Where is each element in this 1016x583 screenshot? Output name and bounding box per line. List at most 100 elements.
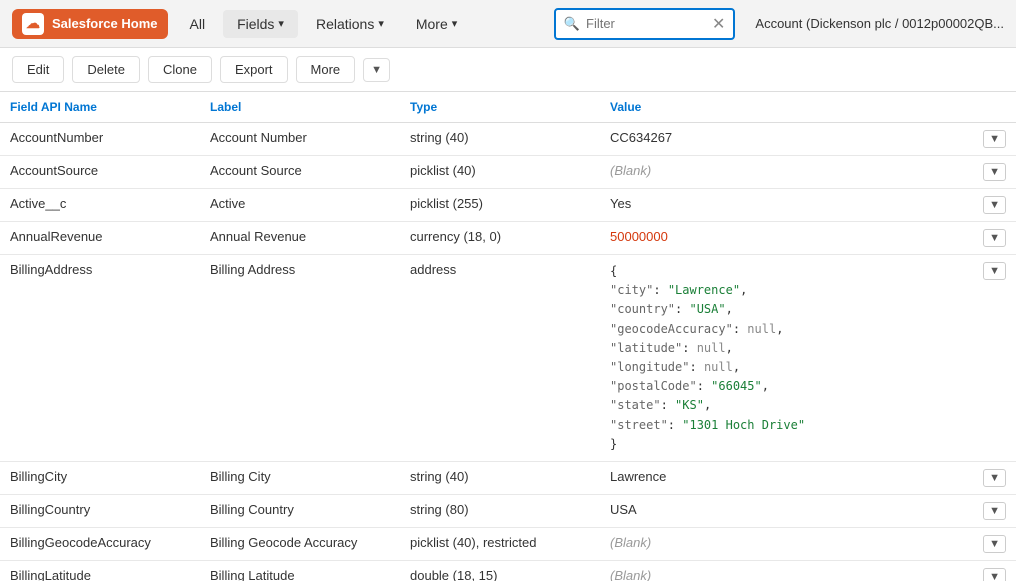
clone-button[interactable]: Clone	[148, 56, 212, 83]
cell-api-name: Active__c	[0, 189, 200, 222]
salesforce-icon: ☁	[22, 13, 44, 35]
fields-table: Field API Name Label Type Value AccountN…	[0, 92, 1016, 581]
delete-button[interactable]: Delete	[72, 56, 140, 83]
row-dropdown-button[interactable]: ▼	[983, 469, 1006, 487]
row-dropdown-button[interactable]: ▼	[983, 229, 1006, 247]
table-container: Field API Name Label Type Value AccountN…	[0, 92, 1016, 581]
cell-type: double (18, 15)	[400, 560, 600, 581]
cell-api-name: BillingGeocodeAccuracy	[0, 527, 200, 560]
cell-value: Lawrence	[600, 461, 973, 494]
row-dropdown-button[interactable]: ▼	[983, 130, 1006, 148]
row-dropdown-button[interactable]: ▼	[983, 502, 1006, 520]
app-logo[interactable]: ☁ Salesforce Home	[12, 9, 168, 39]
cell-type: picklist (255)	[400, 189, 600, 222]
table-row: BillingLatitudeBilling Latitudedouble (1…	[0, 560, 1016, 581]
more-dropdown-button[interactable]: ▼	[363, 58, 390, 82]
table-row: BillingCityBilling Citystring (40)Lawren…	[0, 461, 1016, 494]
cell-action: ▼	[973, 461, 1016, 494]
more-arrow-icon: ▾	[452, 17, 458, 30]
fields-arrow-icon: ▾	[278, 17, 284, 30]
cell-type: currency (18, 0)	[400, 222, 600, 255]
row-dropdown-button[interactable]: ▼	[983, 163, 1006, 181]
cell-label: Billing City	[200, 461, 400, 494]
nav-tab-more[interactable]: More ▾	[402, 10, 471, 38]
relations-arrow-icon: ▾	[378, 17, 384, 30]
col-header-label[interactable]: Label	[200, 92, 400, 123]
cell-label: Billing Country	[200, 494, 400, 527]
export-button[interactable]: Export	[220, 56, 288, 83]
table-row: BillingGeocodeAccuracyBilling Geocode Ac…	[0, 527, 1016, 560]
cell-label: Billing Geocode Accuracy	[200, 527, 400, 560]
cell-type: picklist (40), restricted	[400, 527, 600, 560]
filter-input[interactable]	[586, 16, 706, 31]
cell-type: string (40)	[400, 123, 600, 156]
cell-label: Account Number	[200, 123, 400, 156]
cell-action: ▼	[973, 255, 1016, 462]
cell-type: picklist (40)	[400, 156, 600, 189]
account-title: Account (Dickenson plc / 0012p00002QB...	[755, 16, 1004, 31]
nav-tabs: All Fields ▾ Relations ▾ More ▾	[176, 10, 546, 38]
nav-tab-all[interactable]: All	[176, 10, 220, 38]
more-button[interactable]: More	[296, 56, 356, 83]
row-dropdown-button[interactable]: ▼	[983, 535, 1006, 553]
json-value: { "city": "Lawrence", "country": "USA", …	[610, 262, 963, 454]
top-bar: ☁ Salesforce Home All Fields ▾ Relations…	[0, 0, 1016, 48]
currency-value: 50000000	[610, 229, 668, 244]
cell-value: (Blank)	[600, 156, 973, 189]
cell-api-name: BillingAddress	[0, 255, 200, 462]
cell-value: 50000000	[600, 222, 973, 255]
cell-type: string (40)	[400, 461, 600, 494]
cell-api-name: BillingCountry	[0, 494, 200, 527]
cell-action: ▼	[973, 156, 1016, 189]
cell-api-name: BillingCity	[0, 461, 200, 494]
table-row: Active__cActivepicklist (255)Yes ▼	[0, 189, 1016, 222]
filter-clear-icon[interactable]: ✕	[712, 14, 725, 34]
cell-api-name: AnnualRevenue	[0, 222, 200, 255]
cell-api-name: AccountSource	[0, 156, 200, 189]
col-header-type[interactable]: Type	[400, 92, 600, 123]
edit-button[interactable]: Edit	[12, 56, 64, 83]
cell-label: Billing Latitude	[200, 560, 400, 581]
cell-value: Yes	[600, 189, 973, 222]
cell-value: (Blank)	[600, 560, 973, 581]
cell-type: address	[400, 255, 600, 462]
cell-action: ▼	[973, 527, 1016, 560]
table-body: AccountNumberAccount Numberstring (40)CC…	[0, 123, 1016, 582]
row-dropdown-button[interactable]: ▼	[983, 568, 1006, 581]
table-header-row: Field API Name Label Type Value	[0, 92, 1016, 123]
cell-label: Active	[200, 189, 400, 222]
table-row: AccountSourceAccount Sourcepicklist (40)…	[0, 156, 1016, 189]
col-header-api[interactable]: Field API Name	[0, 92, 200, 123]
blank-value: (Blank)	[610, 568, 651, 581]
search-icon: 🔍	[564, 16, 580, 32]
cell-label: Account Source	[200, 156, 400, 189]
cell-value: USA	[600, 494, 973, 527]
cell-type: string (80)	[400, 494, 600, 527]
nav-tab-fields[interactable]: Fields ▾	[223, 10, 298, 38]
cell-label: Billing Address	[200, 255, 400, 462]
cell-api-name: AccountNumber	[0, 123, 200, 156]
nav-tab-relations[interactable]: Relations ▾	[302, 10, 398, 38]
cell-value: { "city": "Lawrence", "country": "USA", …	[600, 255, 973, 462]
cell-action: ▼	[973, 560, 1016, 581]
row-dropdown-button[interactable]: ▼	[983, 262, 1006, 280]
cell-value: (Blank)	[600, 527, 973, 560]
cell-value: CC634267	[600, 123, 973, 156]
filter-box: 🔍 ✕	[554, 8, 736, 40]
cell-label: Annual Revenue	[200, 222, 400, 255]
blank-value: (Blank)	[610, 163, 651, 178]
table-row: BillingAddressBilling Addressaddress{ "c…	[0, 255, 1016, 462]
table-row: AnnualRevenueAnnual Revenuecurrency (18,…	[0, 222, 1016, 255]
col-header-value[interactable]: Value	[600, 92, 973, 123]
cell-action: ▼	[973, 494, 1016, 527]
app-title: Salesforce Home	[52, 16, 158, 31]
col-header-action	[973, 92, 1016, 123]
action-bar: Edit Delete Clone Export More ▼	[0, 48, 1016, 92]
table-row: AccountNumberAccount Numberstring (40)CC…	[0, 123, 1016, 156]
blank-value: (Blank)	[610, 535, 651, 550]
cell-action: ▼	[973, 189, 1016, 222]
table-row: BillingCountryBilling Countrystring (80)…	[0, 494, 1016, 527]
row-dropdown-button[interactable]: ▼	[983, 196, 1006, 214]
cell-action: ▼	[973, 123, 1016, 156]
cell-api-name: BillingLatitude	[0, 560, 200, 581]
